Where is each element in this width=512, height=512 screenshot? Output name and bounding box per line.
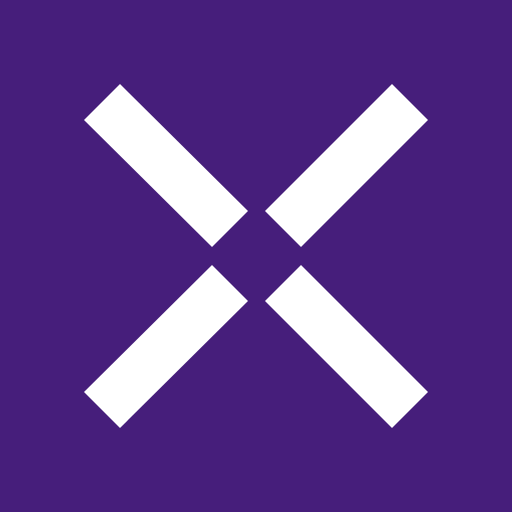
x-mark-icon [0,0,512,512]
logo-background [0,0,512,512]
app-icon-canvas [0,0,512,512]
